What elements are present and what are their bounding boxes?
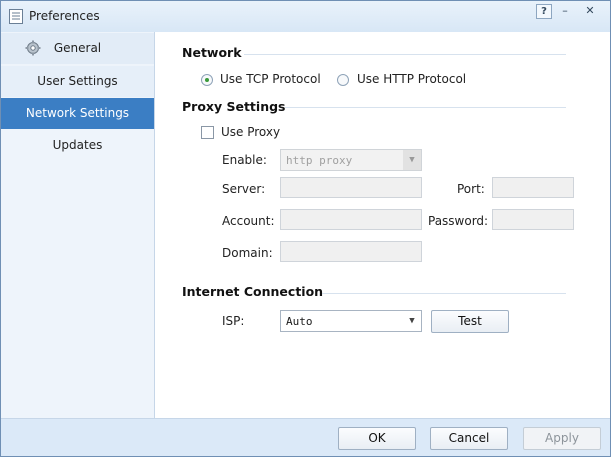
isp-dropdown[interactable]: Auto ▼ [280, 310, 422, 332]
tcp-radio[interactable] [201, 74, 213, 86]
network-section-title: Network [182, 45, 242, 60]
server-field[interactable] [280, 177, 422, 198]
window-title: Preferences [29, 9, 100, 23]
settings-panel: Network Use TCP Protocol Use HTTP Protoc… [155, 32, 610, 418]
help-button[interactable]: ? [536, 4, 552, 19]
password-label: Password: [428, 214, 489, 228]
port-field[interactable] [492, 177, 574, 198]
dialog-footer: OK Cancel Apply [1, 418, 610, 456]
enable-value: http proxy [286, 154, 353, 167]
server-label: Server: [222, 182, 266, 196]
enable-dropdown[interactable]: http proxy ▼ [280, 149, 422, 171]
apply-button[interactable]: Apply [523, 427, 601, 450]
http-radio[interactable] [337, 74, 349, 86]
sidebar-item-label: User Settings [37, 74, 118, 88]
chevron-down-icon: ▼ [403, 150, 421, 170]
cancel-button[interactable]: Cancel [430, 427, 508, 450]
enable-label: Enable: [222, 153, 267, 167]
internet-section-title: Internet Connection [182, 284, 324, 299]
sidebar-item-label: Network Settings [25, 106, 130, 120]
gear-icon [25, 40, 41, 56]
sidebar-item-network-settings[interactable]: Network Settings [1, 98, 154, 129]
sidebar-item-user-settings[interactable]: User Settings [1, 66, 154, 97]
password-field[interactable] [492, 209, 574, 230]
close-button[interactable]: ✕ [582, 4, 598, 18]
port-label: Port: [457, 182, 485, 196]
preferences-window: Preferences ? – ✕ General User Settings … [0, 0, 611, 457]
title-bar: Preferences ? – ✕ [1, 1, 610, 32]
account-label: Account: [222, 214, 275, 228]
domain-label: Domain: [222, 246, 273, 260]
sidebar-item-updates[interactable]: Updates [1, 130, 154, 161]
section-divider [285, 107, 566, 108]
chevron-down-icon: ▼ [409, 316, 415, 326]
sidebar-item-label: Updates [52, 138, 103, 152]
domain-field[interactable] [280, 241, 422, 262]
http-label: Use HTTP Protocol [357, 72, 467, 86]
test-button[interactable]: Test [431, 310, 509, 333]
proxy-section-title: Proxy Settings [182, 99, 286, 114]
use-proxy-checkbox[interactable] [201, 126, 214, 139]
use-proxy-label: Use Proxy [221, 125, 281, 139]
sidebar-item-general[interactable]: General [1, 33, 154, 64]
isp-label: ISP: [222, 314, 245, 328]
ok-button[interactable]: OK [338, 427, 416, 450]
tcp-label: Use TCP Protocol [220, 72, 321, 86]
sidebar-item-label: General [53, 41, 102, 55]
app-icon [9, 9, 23, 24]
section-divider [244, 54, 566, 55]
sidebar: General User Settings Network Settings U… [1, 32, 155, 418]
minimize-button[interactable]: – [557, 4, 573, 18]
account-field[interactable] [280, 209, 422, 230]
section-divider [322, 293, 566, 294]
isp-value: Auto [286, 315, 313, 328]
